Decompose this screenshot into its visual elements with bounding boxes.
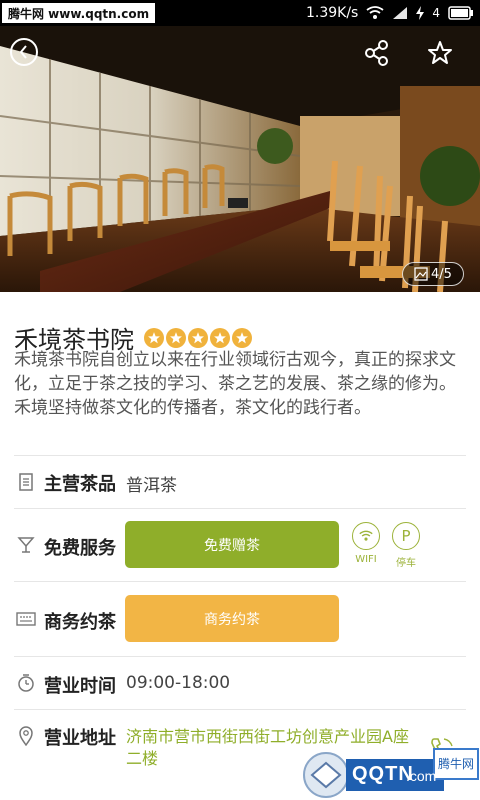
battery-icon: [448, 6, 474, 20]
wifi-label: WIFI: [355, 554, 377, 565]
address-label: 营业地址: [44, 728, 116, 749]
shop-description: 禾境茶书院自创立以来在行业领域衍古观今，真正的探求文化，立足于茶之技的学习、茶之…: [14, 350, 456, 418]
cocktail-icon: [16, 535, 36, 555]
main-tea-value: 普洱茶: [126, 476, 177, 496]
share-button[interactable]: [362, 38, 392, 68]
chevron-left-icon: [19, 45, 27, 59]
star-rating-icon: [210, 327, 230, 348]
watermark-badge: 腾牛网: [438, 757, 475, 771]
watermark-text: QQTN: [352, 763, 414, 785]
wifi-icon: [366, 6, 384, 20]
star-rating-icon: [144, 327, 164, 348]
signal-icon: [392, 6, 408, 20]
back-button[interactable]: [10, 38, 38, 66]
document-icon: [16, 472, 36, 492]
star-rating: [144, 327, 252, 348]
image-icon: [414, 267, 428, 281]
network-speed: 1.39K/s: [305, 5, 359, 21]
favorite-button[interactable]: [425, 38, 455, 68]
watermark-suffix: .com: [406, 768, 437, 784]
share-icon: [365, 40, 388, 66]
clock-icon: [16, 673, 36, 693]
signal-label: 4: [432, 6, 440, 20]
hours-value: 09:00-18:00: [126, 673, 231, 693]
charging-icon: [416, 6, 425, 20]
status-bar: 腾牛网 www.qqtn.com 1.39K/s 4: [0, 0, 480, 26]
divider: [14, 581, 466, 582]
keyboard-icon: [16, 609, 36, 629]
parking-icon: P: [392, 522, 420, 550]
free-tea-button[interactable]: 免费赠茶: [125, 521, 339, 568]
location-pin-icon: [16, 726, 36, 746]
star-icon: [428, 41, 452, 64]
divider: [14, 508, 466, 509]
free-service-label: 免费服务: [44, 538, 116, 559]
star-rating-icon: [232, 327, 252, 348]
hours-label: 营业时间: [44, 676, 116, 697]
watermark-logo: QQTN .com 腾牛网: [298, 741, 480, 800]
divider: [14, 656, 466, 657]
status-icons: 1.39K/s 4: [306, 2, 474, 24]
business-tea-label: 商务约茶: [44, 612, 116, 633]
star-rating-icon: [166, 327, 186, 348]
divider: [14, 709, 466, 710]
parking-service: P 停车: [388, 522, 424, 569]
divider: [14, 455, 466, 456]
photo-counter: 4/5: [402, 262, 464, 286]
star-rating-icon: [188, 327, 208, 348]
tearoom-photo: [0, 26, 480, 292]
photo-counter-text: 4/5: [431, 266, 452, 282]
watermark-label: 腾牛网 www.qqtn.com: [2, 3, 156, 23]
wifi-service: WIFI: [348, 522, 384, 565]
parking-label: 停车: [396, 558, 416, 569]
main-tea-label: 主营茶品: [44, 474, 116, 495]
hero-photo[interactable]: 4/5: [0, 26, 480, 292]
business-tea-button[interactable]: 商务约茶: [125, 595, 339, 642]
wifi-icon: [352, 522, 380, 550]
